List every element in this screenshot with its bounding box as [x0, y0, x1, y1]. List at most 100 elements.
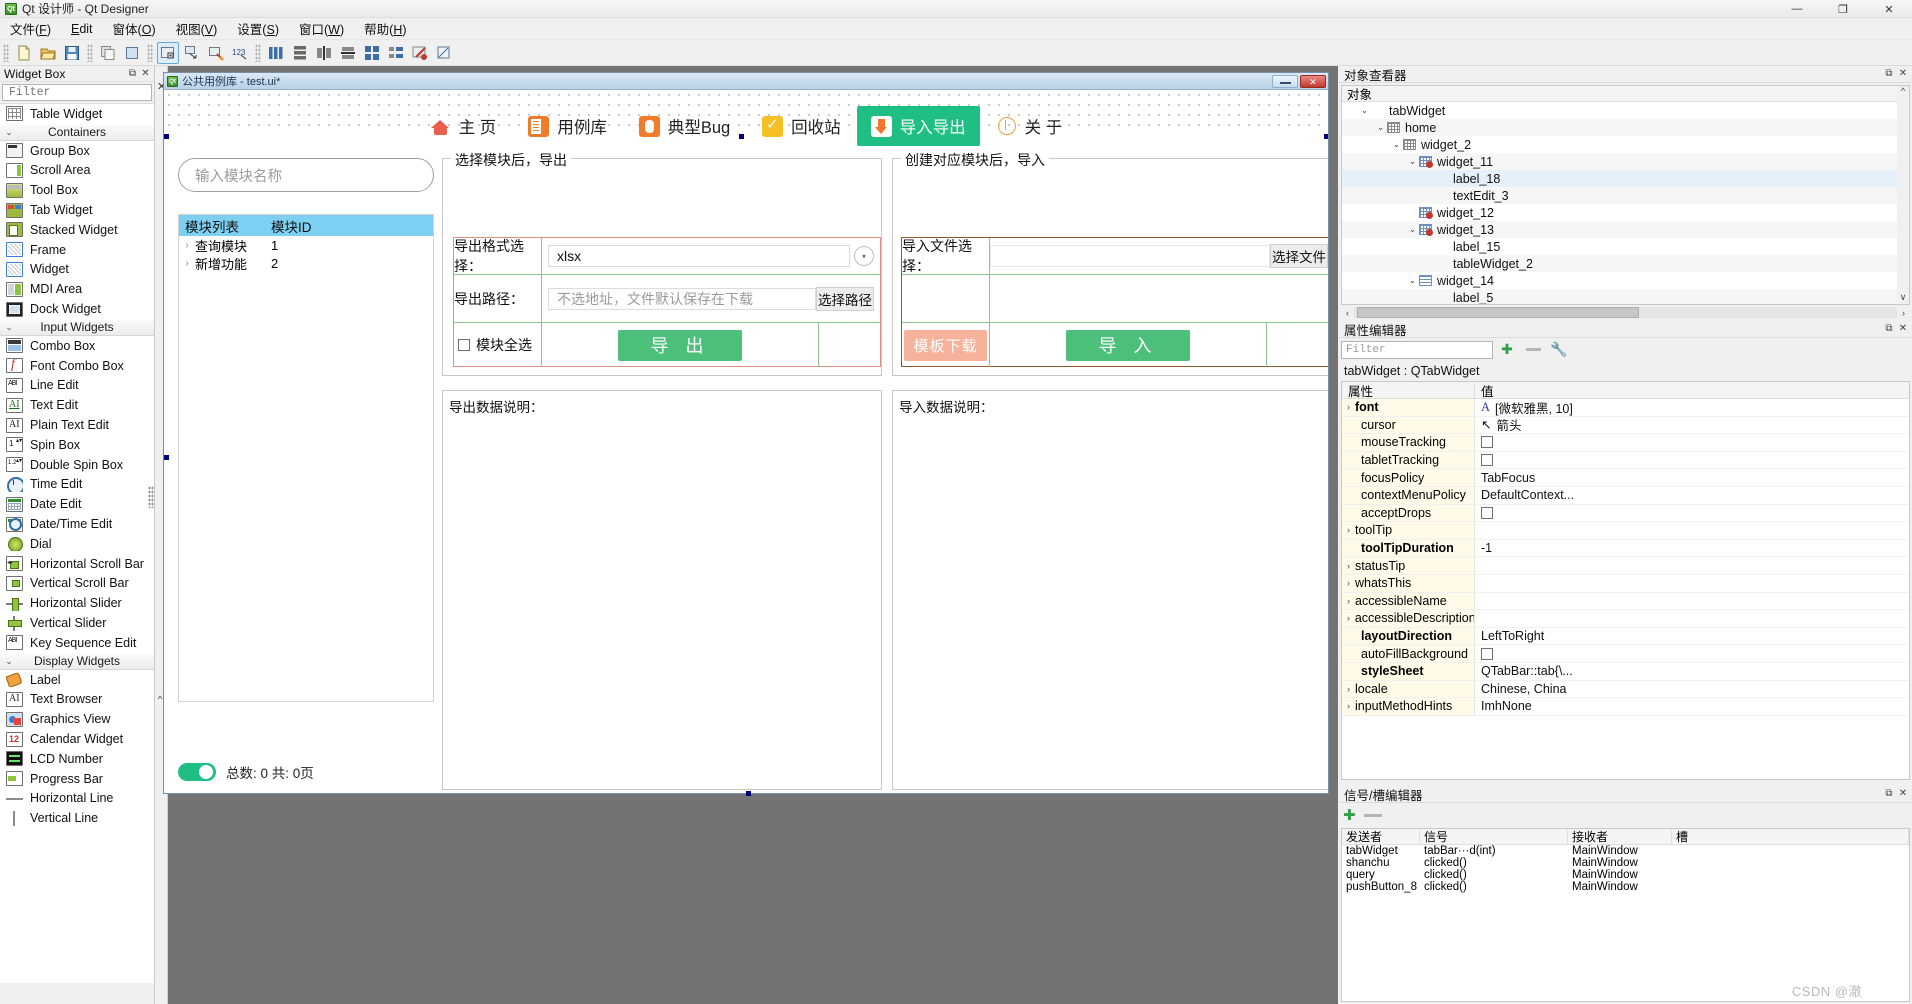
select-all-checkbox[interactable]	[458, 339, 470, 351]
property-row[interactable]: › accessibleDescription	[1342, 610, 1909, 628]
property-value-cell[interactable]	[1475, 504, 1909, 522]
signal-slot-row[interactable]: query clicked() MainWindow	[1342, 869, 1909, 881]
signal-slot-row[interactable]: pushButton_8 clicked() MainWindow	[1342, 881, 1909, 893]
widget-group-display-widgets[interactable]: ⌄ Display Widgets	[0, 652, 154, 670]
export-format-value[interactable]: xlsx	[548, 245, 850, 267]
property-row[interactable]: styleSheet QTabBar::tab{\...	[1342, 662, 1909, 681]
expand-chevron-icon[interactable]: ›	[1342, 561, 1355, 571]
object-tree[interactable]: 对象 ⌄ tabWidget ⌄ home ⌄ widget_2 ⌄ widget_11 lab…	[1341, 85, 1910, 305]
close-icon[interactable]: ✕	[1896, 322, 1910, 336]
menu-help[interactable]: 帮助(H)	[354, 16, 416, 41]
property-value-cell[interactable]: Chinese, China	[1475, 680, 1909, 698]
close-icon[interactable]: ✕	[139, 67, 152, 80]
widget-item-line-edit[interactable]: Line Edit	[0, 375, 154, 396]
property-row[interactable]: › accessibleName	[1342, 592, 1909, 611]
select-all-checkbox-row[interactable]: 模块全选	[458, 335, 532, 355]
property-checkbox[interactable]	[1481, 647, 1493, 660]
menu-settings[interactable]: 设置(S)	[227, 16, 289, 41]
toolbar-grip-3[interactable]	[147, 43, 153, 62]
wrench-icon[interactable]: 🔧	[1549, 340, 1569, 358]
property-row[interactable]: layoutDirection LeftToRight	[1342, 627, 1909, 646]
form-resize-handle[interactable]	[746, 791, 751, 796]
widget-item-dial[interactable]: Dial	[0, 533, 154, 554]
chevron-down-circle-icon[interactable]: ▾	[854, 246, 874, 266]
property-value-cell[interactable]: TabFocus	[1475, 469, 1909, 486]
expand-chevron-icon[interactable]: ›	[1342, 701, 1355, 711]
widget-item-label[interactable]: Label	[0, 669, 154, 690]
property-value-cell[interactable]: LeftToRight	[1475, 627, 1909, 645]
property-row[interactable]: › inputMethodHints ImhNone	[1342, 698, 1909, 716]
export-path-input[interactable]: 不选地址，文件默认保存在下载	[548, 287, 816, 310]
save-icon[interactable]	[61, 42, 83, 64]
toolbar-grip-2[interactable]	[87, 43, 93, 62]
property-filter-input[interactable]: Filter	[1341, 341, 1493, 359]
expand-chevron-icon[interactable]: ›	[1342, 525, 1355, 535]
property-row[interactable]: autoFillBackground	[1342, 645, 1909, 663]
plus-icon[interactable]: ✚	[1497, 340, 1517, 358]
property-value-cell[interactable]	[1475, 557, 1909, 574]
undock-icon[interactable]: ⧉	[1882, 67, 1896, 81]
scroll-right-icon[interactable]: ›	[1897, 308, 1910, 318]
import-file-browse-button[interactable]: 选择文件	[1270, 244, 1328, 268]
undock-icon[interactable]: ⧉	[126, 67, 139, 80]
chevron-down-icon[interactable]: ⌄	[1406, 224, 1419, 235]
property-value-cell[interactable]: A [微软雅黑, 10]	[1475, 399, 1909, 416]
widget-item-calendar-widget[interactable]: Calendar Widget	[0, 729, 154, 749]
widget-item-mdi-area[interactable]: MDI Area	[0, 279, 154, 300]
widget-item-plain-text-edit[interactable]: Plain Text Edit	[0, 415, 154, 435]
object-tree-vscrollbar[interactable]: ^ ∨	[1897, 86, 1909, 304]
widget-item-tool-box[interactable]: Tool Box	[0, 180, 154, 201]
module-table[interactable]: 模块列表 模块ID › 查询模块 1 › 新增功能 2	[178, 214, 434, 702]
edit-signals-icon[interactable]	[181, 42, 203, 64]
module-toggle[interactable]	[178, 763, 216, 781]
menu-edit[interactable]: Edit	[61, 19, 103, 39]
widget-item-time-edit[interactable]: Time Edit	[0, 474, 154, 495]
widget-item-horizontal-scroll-bar[interactable]: Horizontal Scroll Bar	[0, 553, 154, 574]
widget-item-key-sequence-edit[interactable]: Key Sequence Edit	[0, 632, 154, 653]
widget-item-scroll-area[interactable]: Scroll Area	[0, 160, 154, 181]
object-tree-row[interactable]: label_18	[1342, 170, 1909, 187]
nav-tab-bug[interactable]: 典型Bug	[623, 108, 746, 144]
object-tree-row[interactable]: label_5	[1342, 289, 1909, 304]
scroll-up-icon[interactable]: ^	[1897, 86, 1909, 98]
module-search-input[interactable]: 输入模块名称	[178, 158, 434, 192]
import-file-input[interactable]	[990, 245, 1270, 267]
hscroll-track[interactable]	[1354, 307, 1897, 318]
close-icon[interactable]: ✕	[1896, 787, 1910, 801]
widget-box-filter[interactable]	[2, 84, 152, 101]
dock-splitter-handle[interactable]	[148, 486, 154, 508]
property-value-cell[interactable]	[1475, 451, 1909, 469]
template-download-button[interactable]: 模板下载	[904, 329, 987, 361]
break-layout-icon[interactable]	[409, 42, 431, 64]
object-tree-row[interactable]: ⌄ widget_14	[1342, 272, 1909, 289]
property-value-cell[interactable]	[1475, 610, 1909, 627]
export-button[interactable]: 导 出	[618, 329, 742, 361]
property-value-cell[interactable]	[1475, 645, 1909, 662]
form-minimize-button[interactable]	[1272, 74, 1298, 88]
edit-buddies-icon[interactable]	[205, 42, 227, 64]
maximize-button[interactable]: ❐	[1820, 0, 1866, 18]
nav-tab-about[interactable]: 关 于	[980, 108, 1079, 144]
layout-vertical-icon[interactable]	[289, 42, 311, 64]
widget-item-double-spin-box[interactable]: Double Spin Box	[0, 454, 154, 475]
widget-item-date-time-edit[interactable]: Date/Time Edit	[0, 514, 154, 534]
new-file-icon[interactable]	[13, 42, 35, 64]
menu-form[interactable]: 窗体(O)	[103, 16, 166, 41]
widget-item-group-box[interactable]: Group Box	[0, 140, 154, 161]
paste-icon[interactable]	[121, 42, 143, 64]
export-path-browse-button[interactable]: 选择路径	[816, 286, 874, 311]
undock-icon[interactable]: ⧉	[1882, 322, 1896, 336]
object-tree-row[interactable]: ⌄ widget_13	[1342, 221, 1909, 238]
object-tree-row[interactable]: ⌄ home	[1342, 119, 1909, 136]
widget-item-dock-widget[interactable]: Dock Widget	[0, 299, 154, 319]
widget-item-vertical-slider[interactable]: Vertical Slider	[0, 613, 154, 633]
scroll-left-icon[interactable]: ‹	[1341, 308, 1354, 318]
property-value-cell[interactable]	[1475, 434, 1909, 451]
widget-item-graphics-view[interactable]: Graphics View	[0, 709, 154, 730]
property-row[interactable]: contextMenuPolicy DefaultContext...	[1342, 486, 1909, 505]
layout-splitter-v-icon[interactable]	[337, 42, 359, 64]
widget-item-text-edit[interactable]: Text Edit	[0, 395, 154, 416]
export-desc-box[interactable]: 导出数据说明：	[442, 390, 882, 790]
widget-item-combo-box[interactable]: Combo Box	[0, 335, 154, 356]
copy-icon[interactable]	[97, 42, 119, 64]
